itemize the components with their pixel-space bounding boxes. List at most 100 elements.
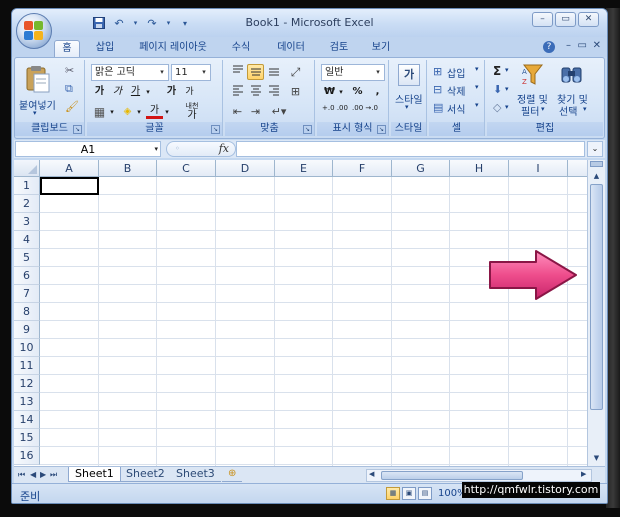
- column-header-e[interactable]: E: [275, 160, 333, 177]
- fill-icon[interactable]: ⬇: [493, 83, 502, 96]
- tab-home[interactable]: 홈: [54, 40, 80, 57]
- row-header[interactable]: 15: [14, 429, 40, 447]
- insert-function-button[interactable]: fx: [219, 142, 229, 155]
- styles-icon[interactable]: 가: [398, 64, 420, 86]
- percent-button[interactable]: %: [349, 84, 366, 100]
- format-dropdown-icon[interactable]: ▾: [475, 101, 479, 109]
- active-cell-a1[interactable]: [40, 177, 99, 195]
- help-icon[interactable]: ?: [543, 41, 555, 53]
- font-name-select[interactable]: 맑은 고딕 ▾: [91, 64, 169, 81]
- vertical-scroll-thumb[interactable]: [590, 184, 603, 410]
- paste-icon[interactable]: [25, 64, 51, 94]
- font-size-select[interactable]: 11 ▾: [171, 64, 211, 81]
- sort-filter-dropdown-icon[interactable]: ▾: [541, 105, 545, 113]
- first-sheet-icon[interactable]: ⏮: [18, 470, 25, 480]
- delete-cells-button[interactable]: 삭제: [447, 83, 465, 98]
- column-header-d[interactable]: D: [216, 160, 275, 177]
- tab-formulas[interactable]: 수식: [224, 40, 258, 57]
- next-sheet-icon[interactable]: ▶: [40, 470, 46, 479]
- page-layout-view-icon[interactable]: ▣: [402, 487, 416, 500]
- font-launcher-icon[interactable]: ↘: [211, 125, 220, 134]
- row-header[interactable]: 2: [14, 195, 40, 213]
- tab-data[interactable]: 데이터: [268, 40, 314, 57]
- row-header[interactable]: 3: [14, 213, 40, 231]
- vertical-scrollbar[interactable]: ▲ ▼: [587, 160, 605, 466]
- fill-color-icon[interactable]: ◈: [119, 104, 136, 120]
- shrink-font-button[interactable]: 가: [181, 84, 198, 100]
- font-color-button[interactable]: 가: [146, 104, 163, 119]
- align-bottom-icon[interactable]: [265, 64, 282, 80]
- row-header[interactable]: 11: [14, 357, 40, 375]
- underline-dropdown-icon[interactable]: ▾: [144, 84, 152, 100]
- align-center-icon[interactable]: [247, 84, 264, 100]
- copy-icon[interactable]: ⧉: [65, 82, 73, 96]
- worksheet-grid[interactable]: A B C D E F G H I 1 2 3 4 5 6 7 8 9 10 1…: [14, 160, 587, 466]
- sort-filter-icon[interactable]: AZ: [521, 62, 545, 88]
- comma-button[interactable]: ,: [369, 84, 386, 100]
- currency-button[interactable]: ₩: [321, 84, 338, 100]
- sheet-tab-sheet2[interactable]: Sheet2: [120, 467, 171, 482]
- align-top-icon[interactable]: [229, 64, 246, 80]
- alignment-launcher-icon[interactable]: ↘: [303, 125, 312, 134]
- row-header[interactable]: 10: [14, 339, 40, 357]
- workbook-close-button[interactable]: ✕: [593, 40, 601, 51]
- sort-filter-label-2[interactable]: 필터: [521, 103, 539, 118]
- row-header[interactable]: 13: [14, 393, 40, 411]
- scroll-up-icon[interactable]: ▲: [590, 170, 603, 182]
- phonetic-guide-button[interactable]: 내천 가: [177, 102, 207, 122]
- clear-dropdown-icon[interactable]: ▾: [505, 103, 509, 111]
- paste-button[interactable]: 붙여넣기: [19, 97, 56, 112]
- sheet-tab-sheet1[interactable]: Sheet1: [68, 467, 121, 482]
- bold-button[interactable]: 가: [91, 84, 108, 100]
- restore-button[interactable]: ▭: [555, 12, 576, 27]
- italic-button[interactable]: 가: [109, 84, 126, 100]
- find-select-dropdown-icon[interactable]: ▾: [583, 105, 587, 113]
- column-header-i[interactable]: I: [509, 160, 568, 177]
- horizontal-scroll-thumb[interactable]: [381, 471, 523, 480]
- select-all-button[interactable]: [14, 160, 40, 177]
- wrap-text-icon[interactable]: ↵▾: [267, 104, 291, 120]
- paste-dropdown-icon[interactable]: ▾: [33, 109, 37, 117]
- column-header-a[interactable]: A: [40, 160, 99, 177]
- tab-view[interactable]: 보기: [364, 40, 398, 57]
- column-header-h[interactable]: H: [450, 160, 509, 177]
- increase-decimal-button[interactable]: +.0 .00: [321, 104, 349, 120]
- underline-button[interactable]: 가: [127, 84, 144, 100]
- font-color-dropdown-icon[interactable]: ▾: [163, 104, 171, 120]
- cut-icon[interactable]: ✂: [65, 64, 74, 77]
- normal-view-icon[interactable]: ▦: [386, 487, 400, 500]
- find-select-icon[interactable]: [559, 62, 585, 88]
- prev-sheet-icon[interactable]: ◀: [30, 470, 36, 479]
- row-header[interactable]: 9: [14, 321, 40, 339]
- column-header-b[interactable]: B: [99, 160, 157, 177]
- number-format-select[interactable]: 일반 ▾: [321, 64, 385, 81]
- align-right-icon[interactable]: [265, 84, 282, 100]
- align-left-icon[interactable]: [229, 84, 246, 100]
- increase-indent-icon[interactable]: ⇥: [247, 104, 264, 120]
- decrease-indent-icon[interactable]: ⇤: [229, 104, 246, 120]
- horizontal-scrollbar[interactable]: ◀ ▶: [366, 469, 592, 482]
- row-header[interactable]: 1: [14, 177, 40, 195]
- minimize-button[interactable]: –: [532, 12, 553, 27]
- styles-dropdown-icon[interactable]: ▾: [405, 103, 409, 111]
- row-header[interactable]: 4: [14, 231, 40, 249]
- border-icon[interactable]: ▦: [91, 104, 108, 120]
- column-header-c[interactable]: C: [157, 160, 216, 177]
- last-sheet-icon[interactable]: ⏭: [50, 470, 57, 480]
- split-box[interactable]: [590, 161, 603, 167]
- autosum-dropdown-icon[interactable]: ▾: [505, 66, 509, 74]
- close-button[interactable]: ✕: [578, 12, 599, 27]
- row-header[interactable]: 5: [14, 249, 40, 267]
- format-painter-icon[interactable]: 🖌: [65, 100, 79, 113]
- autosum-button[interactable]: Σ: [493, 64, 501, 78]
- scroll-left-icon[interactable]: ◀: [369, 470, 374, 478]
- scroll-right-icon[interactable]: ▶: [581, 470, 586, 478]
- insert-cells-button[interactable]: 삽입: [447, 65, 465, 80]
- row-header[interactable]: 8: [14, 303, 40, 321]
- workbook-minimize-button[interactable]: –: [566, 40, 571, 51]
- page-break-view-icon[interactable]: ▤: [418, 487, 432, 500]
- workbook-restore-button[interactable]: ▭: [578, 40, 587, 51]
- number-launcher-icon[interactable]: ↘: [377, 125, 386, 134]
- row-header[interactable]: 12: [14, 375, 40, 393]
- row-header[interactable]: 6: [14, 267, 40, 285]
